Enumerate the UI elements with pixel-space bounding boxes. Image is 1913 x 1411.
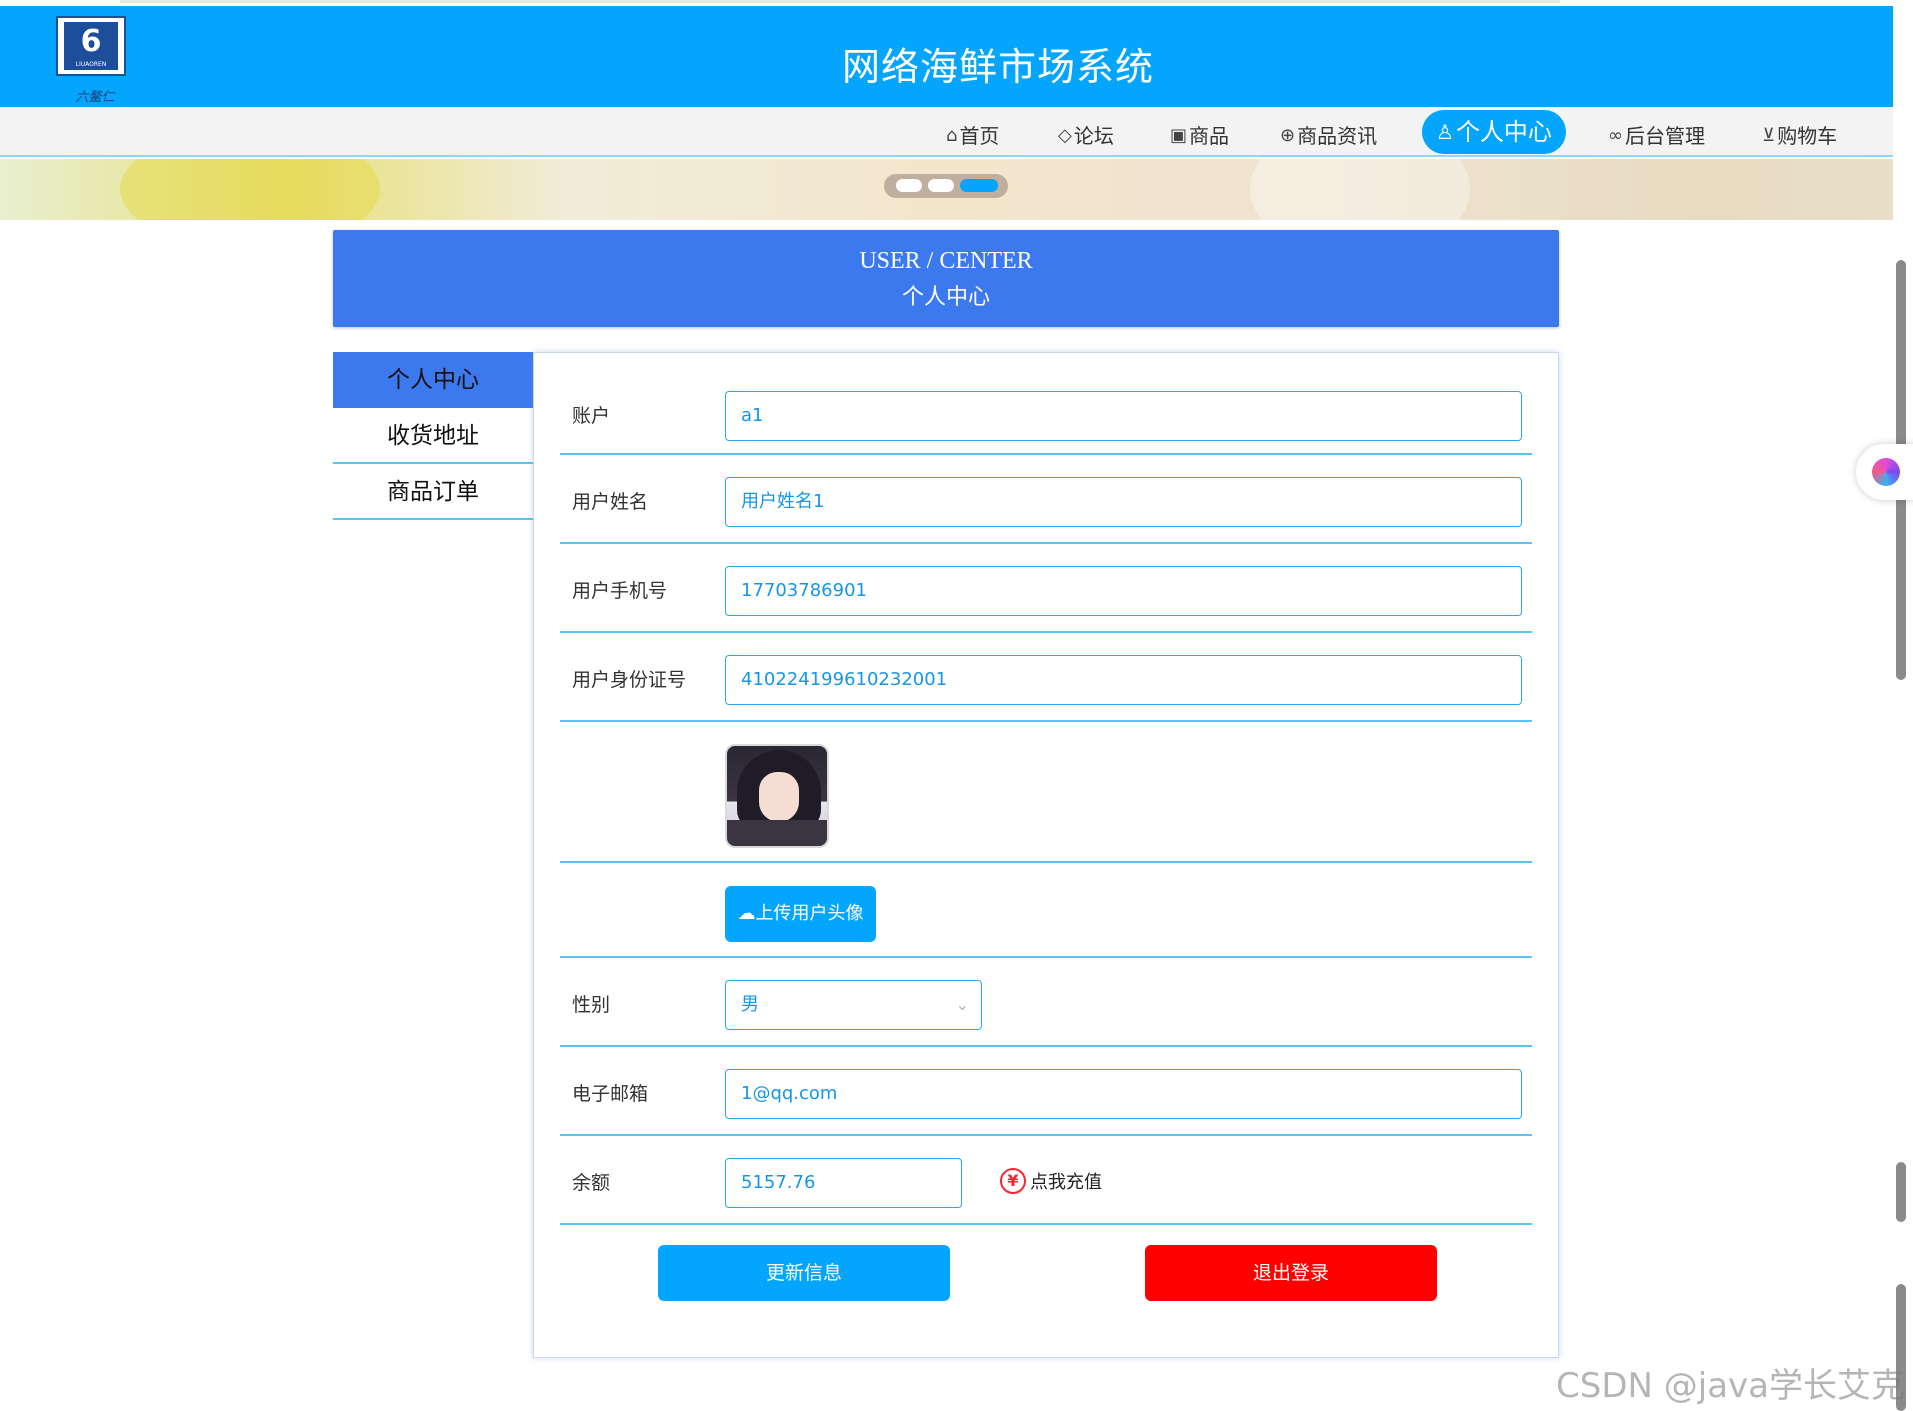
site-title: 网络海鲜市场系统: [841, 45, 1154, 89]
page-title-box: USER / CENTER 个人中心: [333, 230, 1559, 327]
yen-icon: ¥: [1000, 1168, 1026, 1194]
account-input[interactable]: a1: [725, 391, 1522, 441]
username-label: 用户姓名: [572, 491, 649, 513]
tag-icon: ◇: [1058, 125, 1072, 146]
id-card-label: 用户身份证号: [572, 669, 687, 691]
form-row-balance: 余额 5157.76 ¥ 点我充值: [560, 1136, 1532, 1225]
cart-icon: ⊻: [1762, 125, 1776, 146]
form-row-upload: ☁上传用户头像: [560, 863, 1532, 958]
email-input[interactable]: 1@qq.com: [725, 1069, 1522, 1119]
globe-icon: ⊕: [1280, 125, 1296, 146]
nav-user-center[interactable]: ♙ 个人中心: [1422, 110, 1566, 154]
recharge-link[interactable]: ¥ 点我充值: [1000, 1168, 1102, 1194]
user-avatar: [725, 744, 829, 848]
email-label: 电子邮箱: [572, 1083, 649, 1105]
form-row-id-card: 用户身份证号 410224199610232001: [560, 633, 1532, 722]
recharge-label: 点我充值: [1030, 1172, 1102, 1193]
nav-label: 商品资讯: [1297, 124, 1378, 148]
form-row-username: 用户姓名 用户姓名1: [560, 455, 1532, 544]
link-icon: ∞: [1608, 125, 1623, 146]
banner-carousel: [0, 159, 1893, 220]
update-info-button[interactable]: 更新信息: [658, 1245, 950, 1301]
phone-input[interactable]: 17703786901: [725, 566, 1522, 616]
upload-avatar-label: 上传用户头像: [755, 903, 864, 924]
form-row-account: 账户 a1: [560, 377, 1532, 455]
form-row-avatar: [560, 722, 1532, 863]
ai-assistant-button[interactable]: [1856, 444, 1913, 500]
form-row-email: 电子邮箱 1@qq.com: [560, 1047, 1532, 1136]
watermark: CSDN @java学长艾克: [1556, 1366, 1905, 1406]
nav-label: 后台管理: [1625, 124, 1705, 148]
id-card-input[interactable]: 410224199610232001: [725, 655, 1522, 705]
form-row-phone: 用户手机号 17703786901: [560, 544, 1532, 633]
username-input[interactable]: 用户姓名1: [725, 477, 1522, 527]
brain-icon: [1872, 458, 1900, 486]
gender-value: 男: [741, 994, 759, 1015]
upload-avatar-button[interactable]: ☁上传用户头像: [725, 886, 876, 942]
page-title-en: USER / CENTER: [859, 248, 1033, 274]
avatar-face: [759, 772, 799, 822]
nav-label: 个人中心: [1455, 118, 1552, 146]
profile-form: 账户 a1 用户姓名 用户姓名1 用户手机号 17703786901 用户身份证…: [533, 352, 1559, 1358]
gift-icon: ▣: [1170, 125, 1188, 146]
carousel-dot[interactable]: [896, 179, 922, 192]
nav-forum[interactable]: ◇ 论坛: [1058, 115, 1114, 157]
browser-top-line: [120, 0, 1560, 3]
nav-label: 论坛: [1073, 124, 1114, 148]
site-header: 6 LIUAOREN 六鳌仁 网络海鲜市场系统: [0, 6, 1893, 107]
nav-label: 商品: [1189, 124, 1230, 148]
nav-admin[interactable]: ∞ 后台管理: [1608, 115, 1705, 157]
nav-products[interactable]: ▣ 商品: [1170, 115, 1229, 157]
side-menu-user-center[interactable]: 个人中心: [333, 352, 533, 408]
nav-product-news[interactable]: ⊕ 商品资讯: [1280, 115, 1377, 157]
page-title-cn: 个人中心: [901, 285, 990, 310]
form-row-gender: 性别 男 ⌄: [560, 958, 1532, 1047]
nav-label: 购物车: [1777, 124, 1838, 148]
scrollbar-thumb[interactable]: [1896, 1162, 1906, 1222]
logout-button[interactable]: 退出登录: [1145, 1245, 1437, 1301]
phone-label: 用户手机号: [572, 580, 668, 602]
banner-decor: [120, 159, 380, 220]
banner-decor: [1250, 159, 1470, 220]
side-menu: 个人中心 收货地址 商品订单: [333, 352, 533, 520]
nav-cart[interactable]: ⊻ 购物车: [1762, 115, 1837, 157]
account-label: 账户: [572, 405, 611, 427]
avatar-collar: [727, 820, 827, 846]
carousel-dot[interactable]: [928, 179, 954, 192]
nav-home[interactable]: ⌂ 首页: [946, 115, 999, 157]
home-icon: ⌂: [946, 125, 958, 146]
cloud-upload-icon: ☁: [737, 903, 756, 924]
side-menu-address[interactable]: 收货地址: [333, 408, 533, 464]
gender-select[interactable]: 男 ⌄: [725, 980, 982, 1030]
balance-input[interactable]: 5157.76: [725, 1158, 962, 1208]
nav-label: 首页: [959, 124, 1000, 148]
balance-label: 余额: [572, 1172, 611, 1194]
gender-label: 性别: [572, 994, 611, 1016]
user-icon: ♙: [1436, 120, 1454, 144]
carousel-dot-active[interactable]: [960, 179, 998, 192]
carousel-indicators: [884, 174, 1008, 198]
main-nav: ⌂ 首页 ◇ 论坛 ▣ 商品 ⊕ 商品资讯 ♙ 个人中心 ∞ 后台管理 ⊻ 购物…: [0, 107, 1893, 157]
chevron-down-icon: ⌄: [955, 995, 969, 1014]
side-menu-orders[interactable]: 商品订单: [333, 464, 533, 520]
